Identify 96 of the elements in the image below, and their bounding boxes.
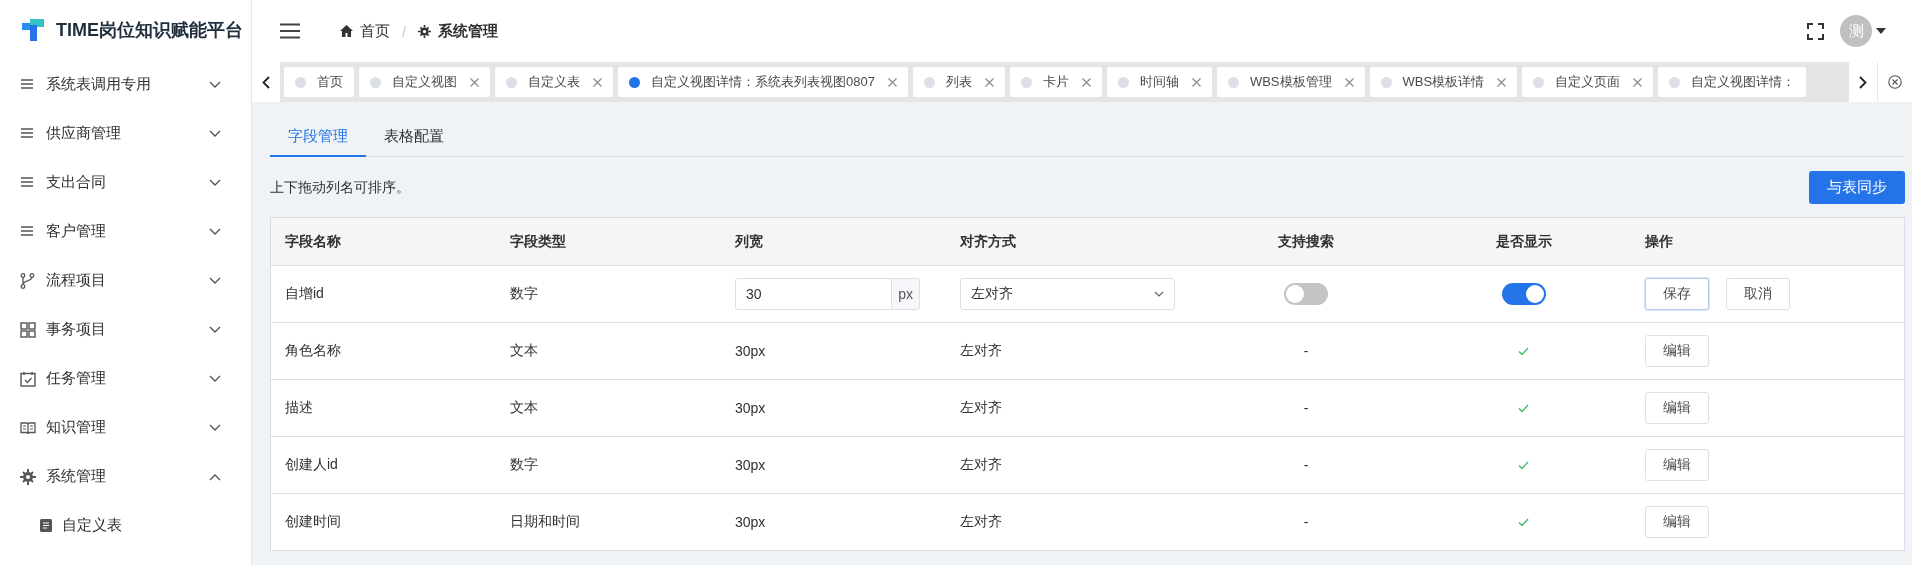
- table-cell: 文本: [510, 342, 538, 358]
- section-tab[interactable]: 表格配置: [366, 118, 462, 157]
- table-cell: 数字: [510, 456, 538, 472]
- column-header: 是否显示: [1495, 232, 1552, 251]
- sidebar-item[interactable]: 支出合同: [0, 158, 251, 207]
- sidebar-item[interactable]: 知识管理: [0, 403, 251, 452]
- table-cell: 30px: [735, 343, 766, 359]
- chevron-up-icon: [209, 472, 221, 481]
- column-header: 对齐方式: [960, 232, 1016, 249]
- table-cell: 左对齐: [960, 342, 1002, 358]
- page-tab[interactable]: 卡片: [1009, 67, 1102, 97]
- action-button[interactable]: 编辑: [1645, 449, 1709, 481]
- page-tab[interactable]: 自定义页面: [1522, 67, 1654, 97]
- fullscreen-icon: [1807, 22, 1824, 40]
- sidebar-item[interactable]: 事务项目: [0, 305, 251, 354]
- calendar-check-icon: [20, 370, 36, 387]
- gear-icon: [418, 24, 432, 38]
- sidebar-item[interactable]: 任务管理: [0, 354, 251, 403]
- chevron-down-icon: [209, 423, 221, 432]
- menu-icon: [280, 23, 300, 39]
- column-header: 字段类型: [510, 232, 566, 249]
- table-cell: 左对齐: [960, 456, 1002, 472]
- sidebar-item[interactable]: 客户管理: [0, 207, 251, 256]
- sidebar-item[interactable]: 供应商管理: [0, 109, 251, 158]
- action-button[interactable]: 取消: [1726, 278, 1790, 310]
- action-button[interactable]: 编辑: [1645, 335, 1709, 367]
- caret-down-icon: [1876, 28, 1886, 34]
- breadcrumb-item[interactable]: 首页: [360, 21, 390, 41]
- table-cell: -: [1303, 457, 1309, 473]
- table-cell: 自增id: [285, 285, 324, 301]
- page-tab[interactable]: 自定义视图详情：: [1658, 67, 1807, 97]
- table-cell: 30px: [735, 400, 766, 416]
- app-title: TIME岗位知识赋能平台: [56, 19, 243, 42]
- close-circle-icon: [1888, 75, 1902, 89]
- unit-label: px: [891, 278, 920, 310]
- branch-icon: [20, 272, 36, 289]
- breadcrumb-item: 系统管理: [438, 21, 499, 41]
- table-cell: 描述: [285, 399, 313, 415]
- logo-icon: [22, 19, 46, 41]
- page-tab[interactable]: 首页: [284, 67, 354, 97]
- hint-text: 上下拖动列名可排序。: [270, 178, 410, 197]
- toggle-switch[interactable]: [1501, 283, 1546, 305]
- grid-icon: [20, 321, 36, 338]
- page-tab[interactable]: 时间轴: [1106, 67, 1212, 97]
- table-cell: 数字: [510, 285, 538, 301]
- column-header: 操作: [1645, 232, 1673, 249]
- action-button[interactable]: 编辑: [1645, 392, 1709, 424]
- page-tab[interactable]: 自定义视图详情：系统表列表视图0807: [618, 67, 908, 97]
- sidebar-item[interactable]: 系统管理: [0, 452, 251, 501]
- table-cell: -: [1303, 514, 1309, 530]
- column-header: 列宽: [735, 232, 763, 249]
- action-button[interactable]: 保存: [1645, 278, 1709, 310]
- sidebar-item[interactable]: 系统表调用专用: [0, 60, 251, 109]
- table-cell: 日期和时间: [510, 513, 580, 529]
- page-tab[interactable]: 列表: [912, 67, 1005, 97]
- chevron-down-icon: [209, 227, 221, 236]
- document-icon: [40, 519, 52, 532]
- width-input-field[interactable]: 30: [735, 278, 892, 310]
- chevron-right-icon: [1859, 75, 1867, 89]
- chevron-down-icon: [209, 325, 221, 334]
- table-cell: 30px: [735, 457, 766, 473]
- chevron-down-icon: [209, 374, 221, 383]
- page-tab[interactable]: WBS模板详情: [1369, 67, 1518, 97]
- breadcrumb-separator: /: [402, 22, 407, 40]
- table-cell: 左对齐: [960, 399, 1002, 415]
- page-tab[interactable]: WBS模板管理: [1216, 67, 1365, 97]
- column-header: 支持搜索: [1278, 232, 1334, 251]
- align-select[interactable]: 左对齐: [960, 278, 1175, 310]
- page-tab[interactable]: 自定义表: [495, 67, 613, 97]
- chevron-down-icon: [209, 129, 221, 138]
- chevron-down-icon: [209, 276, 221, 285]
- table-cell: -: [1303, 343, 1309, 359]
- scroll-left-button[interactable]: [252, 62, 280, 102]
- table-cell: 创建时间: [285, 513, 341, 529]
- scroll-right-button[interactable]: [1849, 62, 1877, 102]
- sync-button[interactable]: 与表同步: [1809, 171, 1905, 204]
- chevron-down-icon: [1154, 291, 1164, 297]
- book-icon: [20, 419, 36, 436]
- home-icon: [340, 25, 353, 37]
- table-cell: 30px: [735, 514, 766, 530]
- gear-icon: [20, 468, 36, 485]
- page-tab[interactable]: 自定义视图: [359, 67, 490, 97]
- toggle-switch[interactable]: [1284, 283, 1328, 305]
- column-header: 字段名称: [285, 232, 341, 249]
- chevron-down-icon: [209, 178, 221, 187]
- chevron-down-icon: [209, 80, 221, 89]
- action-button[interactable]: 编辑: [1645, 506, 1709, 538]
- table-cell: 左对齐: [960, 513, 1002, 529]
- section-tab[interactable]: 字段管理: [270, 118, 366, 157]
- table-cell: -: [1303, 400, 1309, 416]
- table-cell: 文本: [510, 399, 538, 415]
- sidebar-subitem[interactable]: 自定义表: [0, 501, 251, 550]
- sidebar-item[interactable]: 流程项目: [0, 256, 251, 305]
- chevron-left-icon: [262, 75, 270, 89]
- table-cell: 角色名称: [285, 342, 341, 358]
- table-cell: 创建人id: [285, 456, 338, 472]
